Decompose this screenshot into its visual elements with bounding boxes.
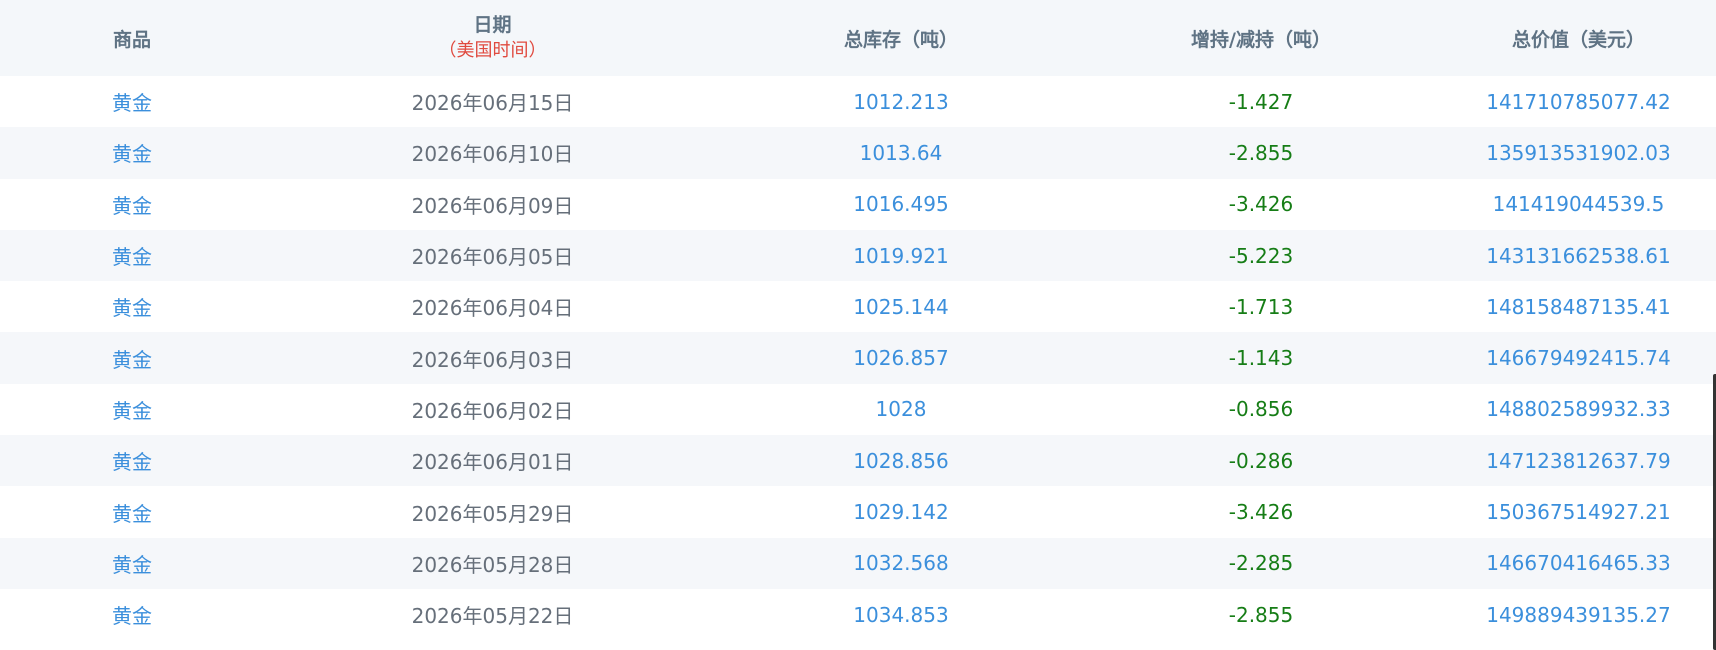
cell-commodity[interactable]: 黄金	[0, 332, 264, 383]
table-row: 黄金 2026年06月10日 1013.64 -2.855 1359135319…	[0, 127, 1716, 179]
holdings-table: 商品 日期 （美国时间） 总库存（吨） 增持/减持（吨） 总价值（美元） 黄金 …	[0, 0, 1716, 641]
header-date-label: 日期	[473, 14, 512, 36]
cell-date: 2026年06月02日	[411, 398, 574, 423]
table-header: 商品 日期 （美国时间） 总库存（吨） 增持/减持（吨） 总价值（美元）	[0, 0, 1716, 76]
cell-change: -1.143	[1228, 346, 1294, 371]
cell-total: 1019.921	[853, 243, 949, 268]
cell-date: 2026年06月09日	[411, 193, 574, 218]
cell-value: 149889439135.27	[1486, 602, 1671, 627]
table-row: 黄金 2026年06月01日 1028.856 -0.286 147123812…	[0, 435, 1716, 487]
cell-value: 147123812637.79	[1486, 448, 1671, 473]
header-value: 总价值（美元）	[1511, 28, 1645, 51]
header-commodity: 商品	[112, 28, 151, 51]
cell-total: 1034.853	[853, 602, 949, 627]
cell-date: 2026年06月05日	[411, 245, 574, 270]
cell-date: 2026年05月28日	[411, 552, 574, 577]
table-row: 黄金 2026年06月02日 1028 -0.856 148802589932.…	[0, 383, 1716, 436]
table-row: 黄金 2026年06月09日 1016.495 -3.426 141419044…	[0, 178, 1716, 230]
cell-date: 2026年06月03日	[411, 347, 574, 372]
cell-commodity[interactable]: 黄金	[0, 538, 264, 589]
cell-change: -1.427	[1228, 89, 1294, 114]
cell-commodity[interactable]: 黄金	[0, 281, 264, 332]
cell-value: 143131662538.61	[1486, 243, 1671, 268]
cell-commodity[interactable]: 黄金	[0, 179, 264, 230]
cell-date: 2026年06月01日	[411, 450, 574, 475]
gold-holdings-page: 商品 日期 （美国时间） 总库存（吨） 增持/减持（吨） 总价值（美元） 黄金 …	[0, 0, 1716, 650]
cell-date: 2026年05月22日	[411, 604, 574, 629]
cell-change: -5.223	[1228, 243, 1294, 268]
cell-total: 1028.856	[853, 448, 949, 473]
cell-value: 146670416465.33	[1486, 551, 1671, 576]
cell-total: 1028	[875, 397, 927, 422]
cell-date: 2026年06月15日	[411, 91, 574, 116]
cell-value: 148802589932.33	[1486, 397, 1671, 422]
cell-commodity[interactable]: 黄金	[0, 486, 264, 537]
cell-change: -0.286	[1228, 448, 1294, 473]
table-body: 黄金 2026年06月15日 1012.213 -1.427 141710785…	[0, 76, 1716, 641]
cell-value: 148158487135.41	[1486, 294, 1671, 319]
cell-total: 1029.142	[853, 500, 949, 525]
cell-date: 2026年05月29日	[411, 501, 574, 526]
cell-date: 2026年06月04日	[411, 296, 574, 321]
cell-change: -2.855	[1228, 140, 1294, 165]
cell-total: 1016.495	[853, 192, 949, 217]
cell-commodity[interactable]: 黄金	[0, 230, 264, 281]
cell-commodity[interactable]: 黄金	[0, 435, 264, 486]
cell-change: -3.426	[1228, 192, 1294, 217]
header-row: 商品 日期 （美国时间） 总库存（吨） 增持/减持（吨） 总价值（美元）	[0, 0, 1716, 76]
cell-total: 1032.568	[853, 551, 949, 576]
cell-commodity[interactable]: 黄金	[0, 384, 264, 435]
cell-value: 150367514927.21	[1486, 500, 1671, 525]
cell-change: -3.426	[1228, 500, 1294, 525]
header-date-note: （美国时间）	[438, 40, 547, 61]
header-total: 总库存（吨）	[843, 28, 958, 51]
cell-total: 1026.857	[853, 346, 949, 371]
table-row: 黄金 2026年06月05日 1019.921 -5.223 143131662…	[0, 229, 1716, 282]
cell-commodity[interactable]: 黄金	[0, 127, 264, 178]
cell-change: -1.713	[1228, 294, 1294, 319]
cell-change: -0.856	[1228, 397, 1294, 422]
table-row: 黄金 2026年06月04日 1025.144 -1.713 148158487…	[0, 281, 1716, 333]
cell-value: 146679492415.74	[1486, 346, 1671, 371]
header-change: 增持/减持（吨）	[1191, 28, 1331, 51]
table-row: 黄金 2026年05月28日 1032.568 -2.285 146670416…	[0, 537, 1716, 589]
table-row: 黄金 2026年05月22日 1034.853 -2.855 149889439…	[0, 588, 1716, 641]
cell-value: 141710785077.42	[1486, 89, 1671, 114]
table-row: 黄金 2026年05月29日 1029.142 -3.426 150367514…	[0, 486, 1716, 538]
cell-change: -2.285	[1228, 551, 1294, 576]
table-row: 黄金 2026年06月15日 1012.213 -1.427 141710785…	[0, 76, 1716, 128]
cell-value: 135913531902.03	[1486, 140, 1671, 165]
cell-total: 1025.144	[853, 294, 949, 319]
header-date: 日期 （美国时间）	[264, 0, 721, 76]
cell-change: -2.855	[1228, 602, 1294, 627]
cell-commodity[interactable]: 黄金	[0, 589, 264, 640]
cell-value: 141419044539.5	[1492, 192, 1665, 217]
cell-total: 1012.213	[853, 89, 949, 114]
cell-date: 2026年06月10日	[411, 142, 574, 167]
table-row: 黄金 2026年06月03日 1026.857 -1.143 146679492…	[0, 332, 1716, 384]
cell-total: 1013.64	[859, 140, 943, 165]
cell-commodity[interactable]: 黄金	[0, 76, 264, 127]
